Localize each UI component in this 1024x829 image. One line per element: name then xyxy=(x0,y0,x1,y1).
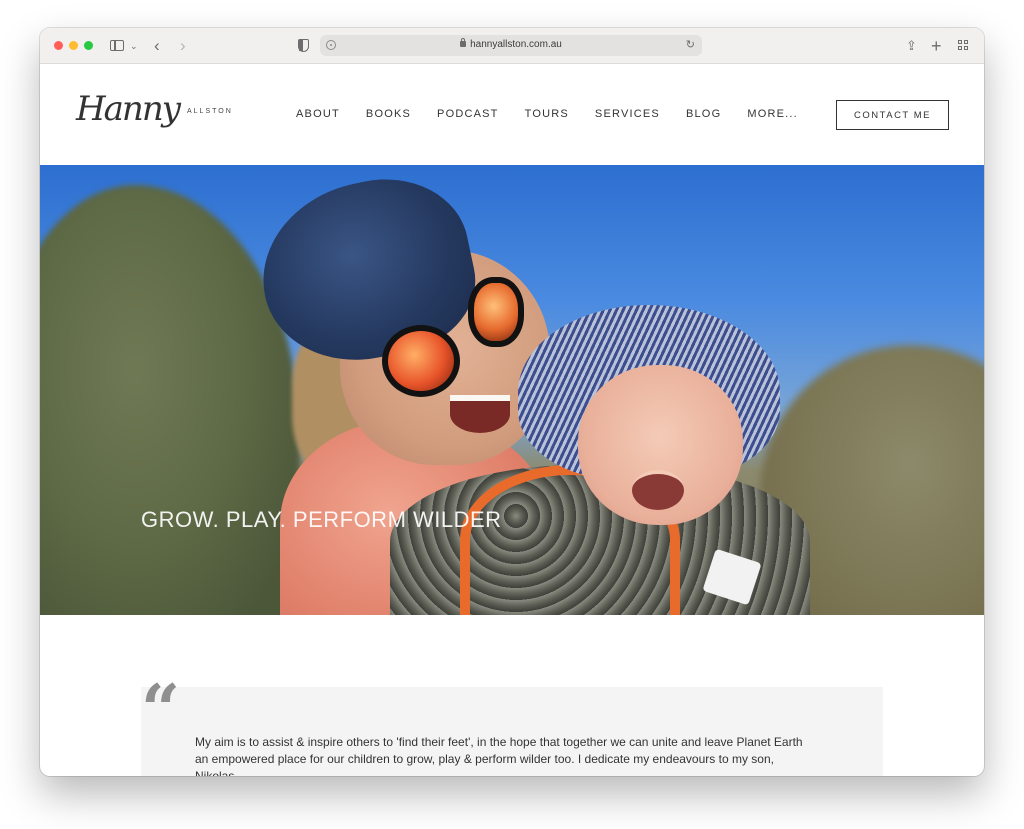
nav-about[interactable]: ABOUT xyxy=(296,108,340,120)
hero-title: GROW. PLAY. PERFORM WILDER xyxy=(141,507,502,532)
browser-toolbar: ⌄ ‹ › hannyallston.com.au ↻ ⇪ + xyxy=(40,28,984,64)
logo-script: Hanny xyxy=(76,89,181,129)
hero-mother-smile xyxy=(450,395,510,433)
tab-grid-icon[interactable] xyxy=(958,40,969,51)
hero-bush-left xyxy=(40,185,300,615)
quote-text: My aim is to assist & inspire others to … xyxy=(195,735,803,776)
chevron-left-icon[interactable]: ‹ xyxy=(154,36,160,56)
site-header: Hanny ALLSTON ABOUT BOOKS PODCAST TOURS … xyxy=(40,65,984,165)
hero-baby-smile xyxy=(632,470,684,510)
logo-surname: ALLSTON xyxy=(187,108,233,115)
share-icon[interactable]: ⇪ xyxy=(906,36,917,56)
nav-tours[interactable]: TOURS xyxy=(525,108,569,120)
hero-sunglasses-right xyxy=(468,277,524,347)
shield-icon[interactable] xyxy=(298,39,309,52)
chevron-down-icon[interactable]: ⌄ xyxy=(130,36,138,56)
site-logo[interactable]: Hanny ALLSTON xyxy=(74,83,231,147)
address-text[interactable]: hannyallston.com.au xyxy=(320,38,702,50)
nav-blog[interactable]: BLOG xyxy=(686,108,721,120)
zoom-window-button[interactable] xyxy=(84,41,93,50)
chevron-right-icon[interactable]: › xyxy=(180,36,186,56)
reload-icon[interactable]: ↻ xyxy=(686,38,695,51)
hero-image: GROW. PLAY. PERFORM WILDER xyxy=(40,165,984,615)
nav-more[interactable]: MORE... xyxy=(747,108,798,120)
nav-services[interactable]: SERVICES xyxy=(595,108,660,120)
contact-me-button[interactable]: CONTACT ME xyxy=(836,100,949,130)
sidebar-icon[interactable] xyxy=(110,40,124,51)
address-bar[interactable]: hannyallston.com.au ↻ xyxy=(320,35,702,56)
quote-icon: “ xyxy=(141,670,181,750)
nav-podcast[interactable]: PODCAST xyxy=(437,108,499,120)
lock-icon xyxy=(460,38,467,47)
url-label: hannyallston.com.au xyxy=(470,39,562,50)
browser-window: ⌄ ‹ › hannyallston.com.au ↻ ⇪ + Hanny AL… xyxy=(40,28,984,776)
close-window-button[interactable] xyxy=(54,41,63,50)
nav-books[interactable]: BOOKS xyxy=(366,108,411,120)
minimize-window-button[interactable] xyxy=(69,41,78,50)
plus-icon[interactable]: + xyxy=(931,36,942,56)
hero-sunglasses-left xyxy=(382,325,460,397)
main-nav: ABOUT BOOKS PODCAST TOURS SERVICES BLOG … xyxy=(296,108,824,120)
